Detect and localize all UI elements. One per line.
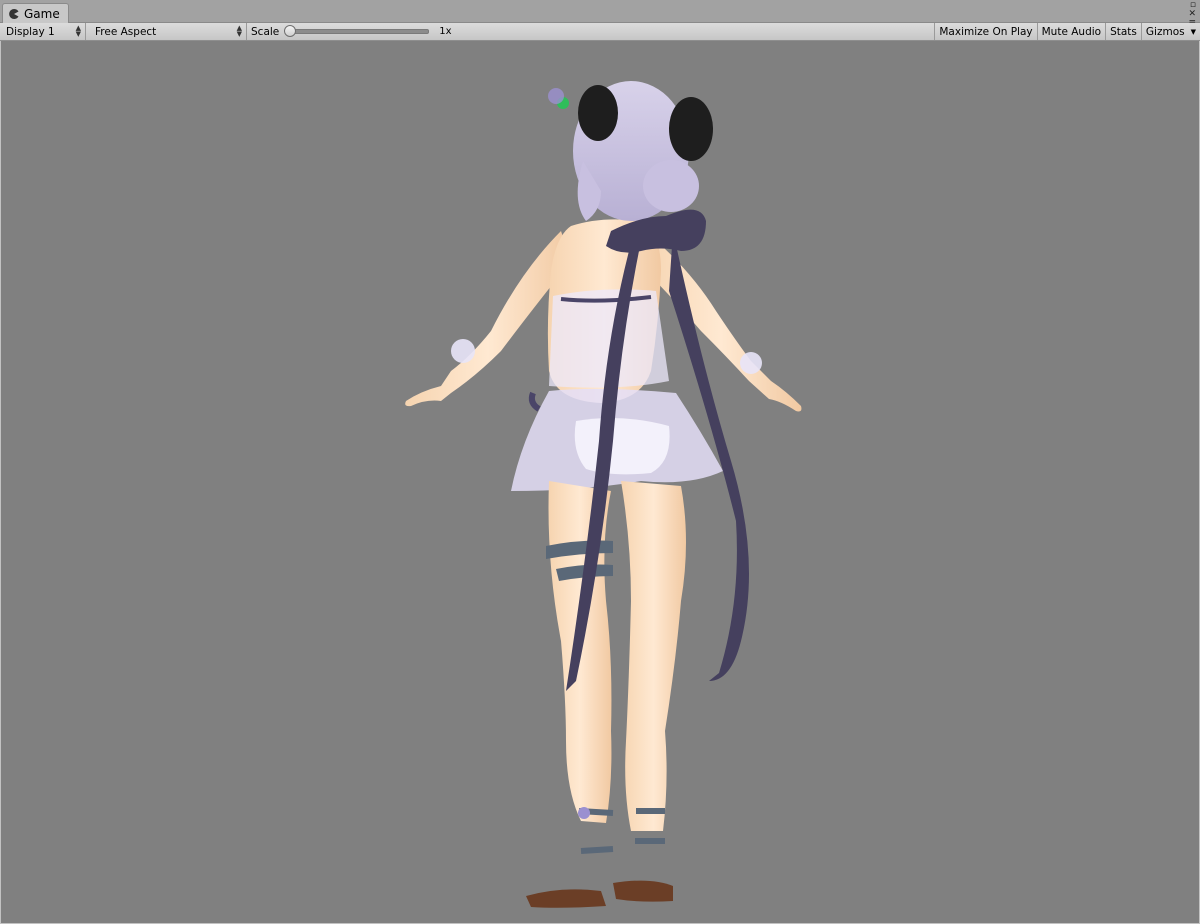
stats-toggle[interactable]: Stats (1105, 23, 1141, 40)
stats-label: Stats (1110, 25, 1137, 38)
gizmos-label: Gizmos (1145, 25, 1185, 38)
scale-control: Scale 1x (247, 23, 452, 40)
tab-label: Game (24, 6, 60, 21)
display-dropdown-label: Display 1 (6, 25, 55, 38)
character-render (405, 81, 802, 908)
dropdown-caret-icon: ▼ (1190, 27, 1196, 36)
gizmos-dropdown[interactable]: Gizmos ▼ (1140, 23, 1200, 40)
maximize-on-play-toggle[interactable]: Maximize On Play (934, 23, 1036, 40)
scale-value: 1x (439, 26, 452, 37)
legs (546, 481, 686, 831)
game-toolbar: Display 1 ▲ ▼ Free Aspect ▲ ▼ Scale 1x Max… (0, 23, 1200, 41)
skirt (511, 388, 723, 491)
display-dropdown[interactable]: Display 1 ▲ ▼ (0, 23, 86, 40)
mute-audio-label: Mute Audio (1041, 25, 1102, 38)
scale-slider-thumb[interactable] (284, 25, 297, 37)
mute-audio-toggle[interactable]: Mute Audio (1036, 23, 1105, 40)
scale-label: Scale (251, 25, 280, 38)
game-viewport[interactable] (1, 41, 1199, 923)
maximize-on-play-label: Maximize On Play (939, 25, 1033, 38)
toolbar-right-group: Maximize On Play Mute Audio Stats Gizmos… (934, 23, 1200, 40)
scale-slider[interactable] (284, 25, 430, 37)
aspect-dropdown-label: Free Aspect (95, 25, 157, 38)
updown-arrows-icon: ▲ ▼ (236, 24, 242, 38)
aspect-dropdown[interactable]: Free Aspect ▲ ▼ (89, 23, 247, 40)
updown-arrows-icon: ▲ ▼ (75, 24, 81, 38)
pacman-game-icon (8, 8, 20, 20)
tab-game[interactable]: Game (2, 3, 69, 23)
unity-game-window: Game ▫ ✕ ≡ Display 1 ▲▼ Free Aspect ▲▼ S… (0, 0, 1200, 924)
tab-strip: Game ▫ ✕ ≡ (0, 0, 1200, 28)
